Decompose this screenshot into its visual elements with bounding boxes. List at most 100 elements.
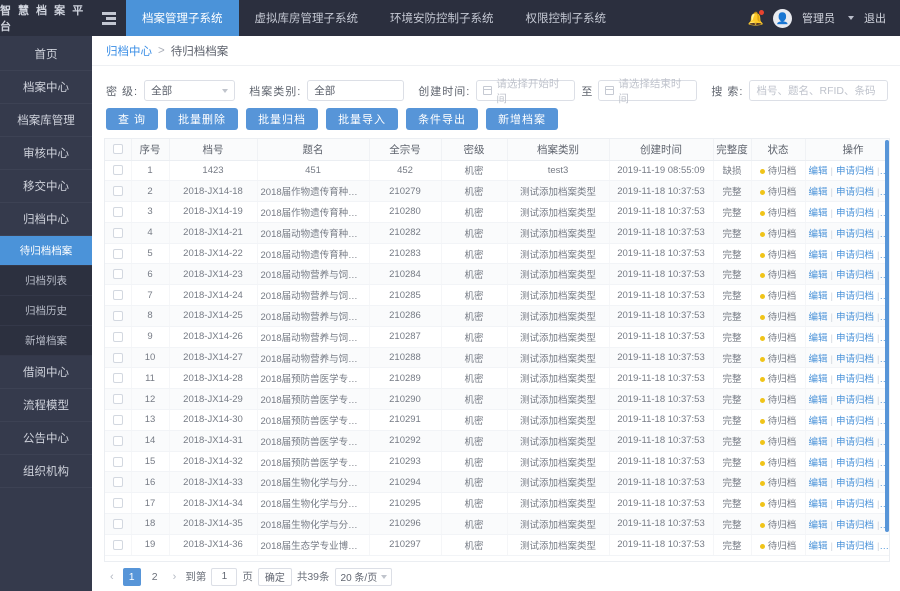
start-date-input[interactable]: 请选择开始时间 (476, 78, 576, 105)
table-row[interactable]: 182018-JX14-352018届生物化学与分子生物学...210296机密… (105, 513, 889, 535)
sidebar-item-transfer-center[interactable]: 移交中心 (0, 170, 92, 203)
sidebar-item-archive-history[interactable]: 归档历史 (0, 296, 92, 326)
prev-page-button[interactable]: ‹ (106, 571, 118, 583)
row-checkbox[interactable] (112, 331, 123, 342)
secrecy-select[interactable]: 全部 (144, 80, 236, 101)
batch-delete-button[interactable]: 批量删除 (166, 108, 239, 130)
logout-button[interactable]: 退出 (864, 10, 886, 26)
apply-archive-link[interactable]: 申请归档 (836, 291, 874, 302)
row-checkbox[interactable] (112, 165, 123, 176)
row-checkbox[interactable] (112, 290, 123, 301)
search-input[interactable]: 档号、题名、RFID、条码 (749, 80, 889, 101)
apply-archive-link[interactable]: 申请归档 (836, 187, 874, 198)
row-checkbox[interactable] (112, 456, 123, 467)
table-row[interactable]: 112018-JX14-282018届预防兽医学专业博士生...210289机密… (105, 367, 889, 390)
bell-icon[interactable]: 🔔 (748, 10, 764, 26)
batch-import-button[interactable]: 批量导入 (326, 108, 399, 130)
table-row[interactable]: 142018-JX14-312018届预防兽医学专业博士生...210292机密… (105, 430, 889, 452)
edit-link[interactable]: 编辑 (809, 437, 828, 448)
edit-link[interactable]: 编辑 (809, 354, 828, 365)
edit-link[interactable]: 编辑 (809, 499, 828, 510)
apply-archive-link[interactable]: 申请归档 (836, 478, 874, 489)
apply-archive-link[interactable]: 申请归档 (836, 354, 874, 365)
row-checkbox[interactable] (112, 373, 123, 384)
user-avatar[interactable]: 👤 (773, 8, 792, 28)
goto-confirm-button[interactable]: 确定 (257, 567, 292, 586)
end-date-input[interactable]: 请选择结束时间 (598, 78, 698, 105)
sidebar-item-borrow-center[interactable]: 借阅中心 (0, 356, 92, 389)
next-page-button[interactable]: › (169, 571, 181, 583)
sidebar-item-announcement-center[interactable]: 公告中心 (0, 422, 92, 455)
new-archive-button[interactable]: 新增档案 (486, 108, 559, 130)
row-checkbox[interactable] (112, 518, 123, 529)
query-button[interactable]: 查 询 (106, 108, 159, 130)
row-checkbox[interactable] (112, 310, 123, 321)
apply-archive-link[interactable]: 申请归档 (836, 374, 874, 385)
table-row[interactable]: 162018-JX14-332018届生物化学与分子生物学...210294机密… (105, 471, 889, 494)
row-checkbox[interactable] (112, 435, 123, 446)
sidebar-item-review-center[interactable]: 审核中心 (0, 137, 92, 170)
edit-link[interactable]: 编辑 (809, 374, 828, 385)
row-checkbox[interactable] (112, 206, 123, 217)
table-row[interactable]: 172018-JX14-342018届生物化学与分子生物学...210295机密… (105, 492, 889, 515)
row-checkbox[interactable] (112, 394, 123, 405)
edit-link[interactable]: 编辑 (809, 166, 828, 177)
edit-link[interactable]: 编辑 (809, 312, 828, 323)
edit-link[interactable]: 编辑 (809, 541, 828, 552)
row-checkbox[interactable] (112, 539, 123, 550)
table-row[interactable]: 62018-JX14-232018届动物营养与饲料科学专...210284机密测… (105, 263, 889, 286)
row-checkbox[interactable] (112, 352, 123, 363)
row-checkbox[interactable] (112, 269, 123, 280)
table-row[interactable]: 132018-JX14-302018届预防兽医学专业博士生...210291机密… (105, 409, 889, 431)
sidebar-item-organization[interactable]: 组织机构 (0, 455, 92, 488)
apply-archive-link[interactable]: 申请归档 (836, 499, 874, 510)
row-checkbox[interactable] (112, 414, 123, 425)
conditional-export-button[interactable]: 条件导出 (406, 108, 479, 130)
edit-link[interactable]: 编辑 (809, 250, 828, 261)
tab-archive-management[interactable]: 档案管理子系统 (126, 0, 239, 36)
apply-archive-link[interactable]: 申请归档 (836, 416, 874, 427)
chevron-down-icon[interactable] (848, 16, 854, 20)
apply-archive-link[interactable]: 申请归档 (836, 437, 874, 448)
edit-link[interactable]: 编辑 (809, 208, 828, 219)
scrollbar-thumb[interactable] (885, 140, 889, 533)
tab-permission-control[interactable]: 权限控制子系统 (510, 0, 623, 36)
page-number-2[interactable]: 2 (146, 568, 164, 586)
sidebar-item-process-model[interactable]: 流程模型 (0, 389, 92, 422)
goto-page-input[interactable]: 1 (211, 567, 238, 586)
apply-archive-link[interactable]: 申请归档 (836, 250, 874, 261)
table-row[interactable]: 72018-JX14-242018届动物营养与饲料科学专...210285机密测… (105, 284, 889, 307)
row-checkbox[interactable] (112, 498, 123, 509)
apply-archive-link[interactable]: 申请归档 (836, 166, 874, 177)
apply-archive-link[interactable]: 申请归档 (836, 458, 874, 469)
edit-link[interactable]: 编辑 (809, 270, 828, 281)
apply-archive-link[interactable]: 申请归档 (836, 208, 874, 219)
apply-archive-link[interactable]: 申请归档 (836, 229, 874, 240)
select-all-checkbox[interactable] (112, 144, 123, 155)
sidebar-item-archiving-center[interactable]: 归档中心 (0, 203, 92, 236)
sidebar-item-repository-management[interactable]: 档案库管理 (0, 104, 92, 137)
apply-archive-link[interactable]: 申请归档 (836, 395, 874, 406)
table-row[interactable]: 122018-JX14-292018届预防兽医学专业博士生...210290机密… (105, 388, 889, 411)
edit-link[interactable]: 编辑 (809, 187, 828, 198)
sidebar-item-pending-archives[interactable]: 待归档档案 (0, 236, 92, 266)
table-row[interactable]: 1 1423 451 452 机密 test3 2019-11-19 08:55:09 缺损 待… (105, 160, 889, 182)
page-number-1[interactable]: 1 (122, 567, 141, 586)
user-name-label[interactable]: 管理员 (802, 10, 835, 26)
edit-link[interactable]: 编辑 (809, 458, 828, 469)
row-checkbox[interactable] (112, 248, 123, 259)
breadcrumb-parent[interactable]: 归档中心 (106, 43, 152, 59)
apply-archive-link[interactable]: 申请归档 (836, 270, 874, 281)
hamburger-icon[interactable] (92, 0, 126, 36)
table-row[interactable]: 52018-JX14-222018届动物遗传育种与繁殖专...210283机密测… (105, 243, 889, 265)
edit-link[interactable]: 编辑 (809, 395, 828, 406)
sidebar-item-archive-list[interactable]: 归档列表 (0, 266, 92, 296)
table-row[interactable]: 102018-JX14-272018届动物营养与饲料科学专...210288机密… (105, 347, 889, 369)
page-size-select[interactable]: 20 条/页 (334, 567, 393, 586)
edit-link[interactable]: 编辑 (809, 229, 828, 240)
table-row[interactable]: 82018-JX14-252018届动物营养与饲料科学专...210286机密测… (105, 305, 889, 327)
tab-environment-security[interactable]: 环境安防控制子系统 (374, 0, 510, 36)
table-row[interactable]: 152018-JX14-322018届预防兽医学专业博士生...210293机密… (105, 451, 889, 473)
edit-link[interactable]: 编辑 (809, 333, 828, 344)
edit-link[interactable]: 编辑 (809, 416, 828, 427)
